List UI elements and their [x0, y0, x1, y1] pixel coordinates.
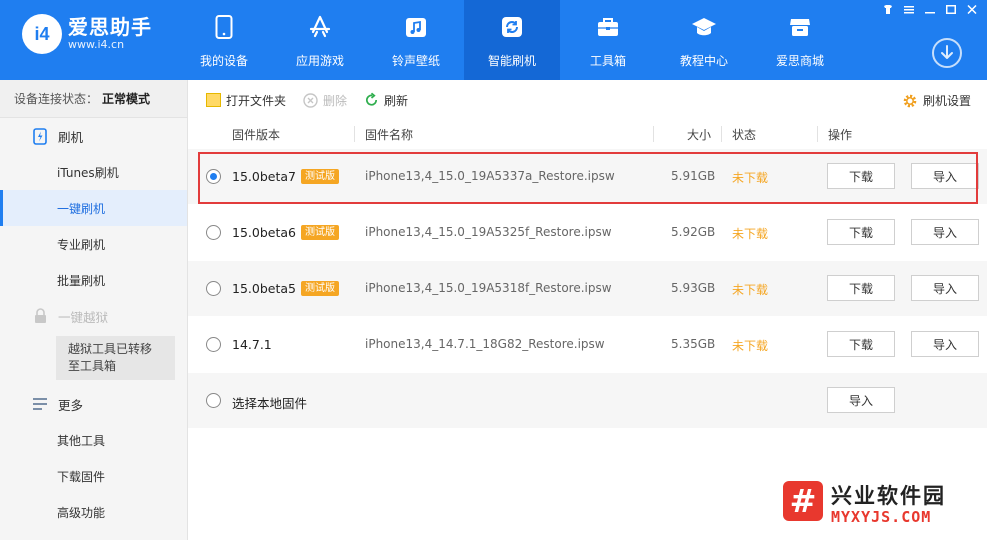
music-icon — [403, 14, 429, 40]
local-import-button[interactable]: 导入 — [827, 387, 895, 413]
toolbox-icon — [595, 14, 621, 40]
header-action: 操作 — [828, 128, 853, 142]
nav-apps-games[interactable]: 应用游戏 — [272, 0, 368, 80]
minimize-icon[interactable] — [922, 3, 937, 16]
phone-icon — [211, 14, 237, 40]
firmware-name: iPhone13,4_14.7.1_18G82_Restore.ipsw — [365, 337, 605, 351]
sidebar: 设备连接状态： 正常模式 刷机 iTunes刷机 一键刷机 专业刷机 批量刷机 … — [0, 80, 188, 540]
nav-ringtones-wallpapers[interactable]: 铃声壁纸 — [368, 0, 464, 80]
import-button[interactable]: 导入 — [911, 275, 979, 301]
store-icon — [787, 14, 813, 40]
download-button[interactable]: 下载 — [827, 275, 895, 301]
nav-my-device[interactable]: 我的设备 — [176, 0, 272, 80]
open-folder-button[interactable]: 打开文件夹 — [206, 92, 286, 109]
sidebar-item-itunes-flash[interactable]: iTunes刷机 — [0, 154, 187, 190]
firmware-name: iPhone13,4_15.0_19A5318f_Restore.ipsw — [365, 281, 612, 295]
refresh-icon — [499, 14, 525, 40]
sidebar-group-flash[interactable]: 刷机 — [0, 118, 187, 154]
header-version: 固件版本 — [232, 128, 281, 142]
device-status: 设备连接状态： 正常模式 — [0, 80, 187, 118]
local-firmware-label: 选择本地固件 — [232, 396, 308, 411]
firmware-radio[interactable] — [206, 337, 221, 352]
import-button[interactable]: 导入 — [911, 331, 979, 357]
sidebar-group-jailbreak: 一键越狱 — [0, 298, 187, 334]
firmware-radio[interactable] — [206, 225, 221, 240]
firmware-name: iPhone13,4_15.0_19A5325f_Restore.ipsw — [365, 225, 612, 239]
sidebar-item-pro-flash[interactable]: 专业刷机 — [0, 226, 187, 262]
nav-tutorials[interactable]: 教程中心 — [656, 0, 752, 80]
firmware-radio[interactable] — [206, 281, 221, 296]
nav-smart-flash[interactable]: 智能刷机 — [464, 0, 560, 80]
sidebar-item-advanced[interactable]: 高级功能 — [0, 494, 187, 530]
gear-icon — [902, 93, 918, 109]
download-manager-icon[interactable] — [932, 38, 962, 68]
firmware-status: 未下载 — [732, 339, 769, 353]
jailbreak-note: 越狱工具已转移至工具箱 — [56, 336, 175, 380]
sidebar-item-one-click-flash[interactable]: 一键刷机 — [0, 190, 187, 226]
main-nav: 我的设备 应用游戏 铃声壁纸 智能刷机 工具箱 教程中心 爱思商城 — [176, 0, 848, 80]
watermark-title: 兴业软件园 — [831, 484, 946, 508]
maximize-icon[interactable] — [943, 3, 958, 16]
app-logo: i4 爱思助手 www.i4.cn — [22, 14, 152, 54]
logo-badge: i4 — [22, 14, 62, 54]
firmware-status: 未下载 — [732, 227, 769, 241]
list-icon — [32, 396, 48, 412]
sidebar-item-batch-flash[interactable]: 批量刷机 — [0, 262, 187, 298]
nav-toolbox[interactable]: 工具箱 — [560, 0, 656, 80]
menu-icon[interactable] — [901, 3, 916, 16]
download-button[interactable]: 下载 — [827, 331, 895, 357]
firmware-size: 5.35GB — [671, 337, 716, 351]
beta-badge: 测试版 — [300, 225, 339, 240]
close-icon[interactable] — [964, 3, 979, 16]
beta-badge: 测试版 — [300, 281, 339, 296]
firmware-size: 5.93GB — [671, 281, 716, 295]
local-firmware-radio[interactable] — [206, 393, 221, 408]
firmware-version: 15.0beta5 — [232, 281, 296, 296]
folder-icon — [206, 93, 221, 108]
nav-store[interactable]: 爱思商城 — [752, 0, 848, 80]
window-controls — [880, 3, 979, 16]
watermark-url: MYXYJS.COM — [831, 508, 932, 526]
sidebar-group-more[interactable]: 更多 — [0, 386, 187, 422]
app-name: 爱思助手 — [68, 15, 152, 39]
local-firmware-row[interactable]: 选择本地固件 导入 — [188, 372, 987, 428]
skin-icon[interactable] — [880, 3, 895, 16]
firmware-size: 5.92GB — [671, 225, 716, 239]
import-button[interactable]: 导入 — [911, 219, 979, 245]
refresh-button[interactable]: 刷新 — [364, 92, 408, 109]
table-row[interactable]: 15.0beta5 测试版 iPhone13,4_15.0_19A5318f_Re… — [188, 260, 987, 316]
device-status-value: 正常模式 — [102, 92, 151, 106]
delete-icon — [303, 92, 318, 108]
app-header: i4 爱思助手 www.i4.cn 我的设备 应用游戏 铃声壁纸 智能刷机 工具… — [0, 0, 987, 80]
refresh-icon — [364, 92, 379, 108]
flash-settings-button[interactable]: 刷机设置 — [902, 92, 971, 109]
header-status: 状态 — [732, 128, 757, 142]
firmware-status: 未下载 — [732, 283, 769, 297]
sidebar-item-download-firmware[interactable]: 下载固件 — [0, 458, 187, 494]
app-store-icon — [307, 14, 333, 40]
table-row[interactable]: 14.7.1 iPhone13,4_14.7.1_18G82_Restore.i… — [188, 316, 987, 372]
table-header: 固件版本 固件名称 大小 状态 操作 — [188, 120, 987, 148]
graduation-cap-icon — [691, 14, 717, 40]
header-size: 大小 — [687, 128, 712, 142]
sidebar-item-other-tools[interactable]: 其他工具 — [0, 422, 187, 458]
lock-icon — [32, 308, 48, 324]
firmware-version: 14.7.1 — [232, 337, 272, 352]
header-name: 固件名称 — [365, 128, 414, 142]
download-button[interactable]: 下载 — [827, 219, 895, 245]
toolbar: 打开文件夹 删除 刷新 刷机设置 — [188, 80, 987, 120]
firmware-version: 15.0beta6 — [232, 225, 296, 240]
table-row[interactable]: 15.0beta6 测试版 iPhone13,4_15.0_19A5325f_Re… — [188, 204, 987, 260]
flash-phone-icon — [32, 127, 48, 145]
app-url: www.i4.cn — [68, 38, 125, 51]
watermark: # 兴业软件园 MYXYJS.COM — [771, 464, 987, 540]
selection-highlight — [198, 152, 978, 204]
watermark-logo: # — [783, 481, 823, 521]
delete-button[interactable]: 删除 — [303, 92, 347, 109]
